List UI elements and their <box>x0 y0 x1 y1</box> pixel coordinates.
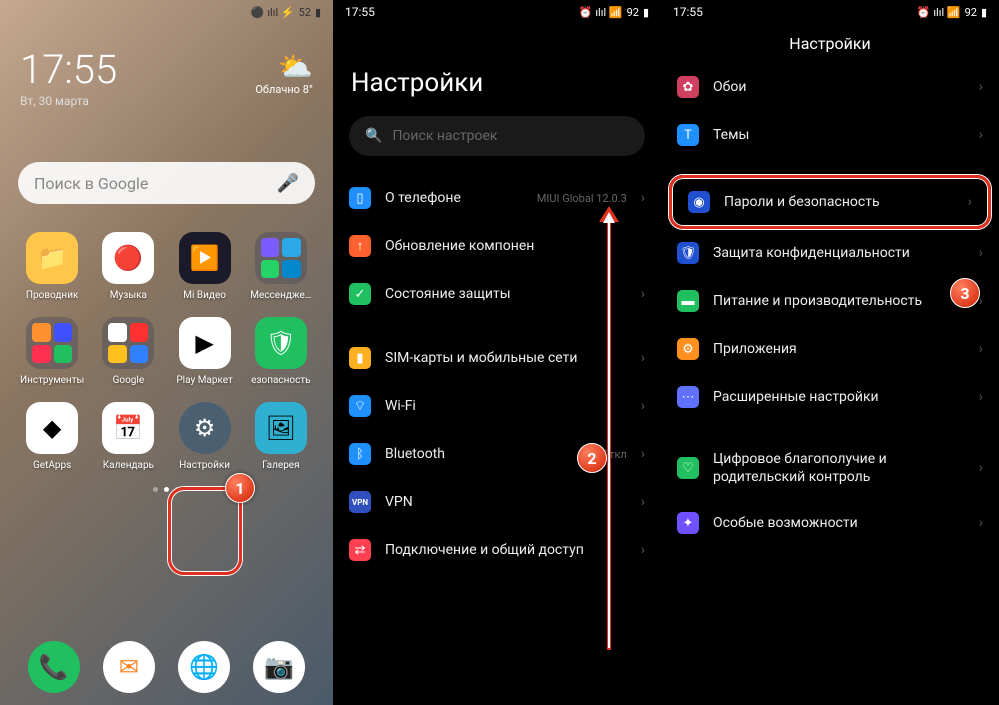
settings-search[interactable]: 🔍 Поиск настроек <box>349 116 645 156</box>
row-security-status[interactable]: ✓ Состояние защиты › <box>333 270 661 318</box>
callout-badge-2: 2 <box>577 443 607 473</box>
row-vpn[interactable]: VPN VPN › <box>333 478 661 526</box>
privacy-icon: 🛡 <box>677 242 699 264</box>
chevron-right-icon: › <box>979 127 983 143</box>
share-icon: ⇄ <box>349 539 371 561</box>
app-getapps[interactable]: ◆GetApps <box>16 402 88 471</box>
mic-icon[interactable]: 🎤 <box>277 173 299 194</box>
fingerprint-icon: ◉ <box>688 191 710 213</box>
row-battery[interactable]: ▬ Питание и производительность › <box>661 277 999 325</box>
status-icons: ⏰ ılıl 📶 92▮ <box>579 6 649 19</box>
dock-messages[interactable]: ✉ <box>103 641 155 693</box>
app-mi-video[interactable]: ▶️Mi Видео <box>169 232 241 301</box>
settings-scrolled-panel: 17:55 ⏰ ılıl 📶 92▮ Настройки ✿ Обои › T … <box>661 0 999 705</box>
page-indicator <box>0 487 333 492</box>
row-wifi[interactable]: ⌔ Wi-Fi › <box>333 382 661 430</box>
row-passwords-security[interactable]: ◉ Пароли и безопасность › <box>672 178 988 226</box>
app-file-manager[interactable]: 📁Проводник <box>16 232 88 301</box>
chevron-right-icon: › <box>979 460 983 476</box>
app-settings[interactable]: ⚙Настройки <box>169 402 241 471</box>
callout-badge-3: 3 <box>950 278 980 308</box>
weather-icon: ⛅ <box>255 50 313 83</box>
row-components-update[interactable]: ↑ Обновление компонен <box>333 222 661 270</box>
wallpaper-icon: ✿ <box>677 76 699 98</box>
settings-title: Настройки <box>333 24 661 116</box>
app-gallery[interactable]: 🖼Галерея <box>245 402 317 471</box>
app-folder-tools[interactable]: Инструменты <box>16 317 88 386</box>
chevron-right-icon: › <box>979 389 983 405</box>
status-time: 17:55 <box>673 5 703 19</box>
vpn-icon: VPN <box>349 491 371 513</box>
status-time: 17:55 <box>345 5 375 19</box>
status-bar: 17:55 ⏰ ılıl 📶 92▮ <box>661 0 999 24</box>
status-bar: 17:55 ⏰ ılıl 📶 92▮ <box>333 0 661 24</box>
apps-icon: ⚙ <box>677 338 699 360</box>
row-bluetooth[interactable]: ᛒ Bluetooth Откл › <box>333 430 661 478</box>
wifi-icon: ⌔ <box>349 395 371 417</box>
row-privacy[interactable]: 🛡 Защита конфиденциальности › <box>661 229 999 277</box>
dock: 📞 ✉ 🌐 📷 <box>0 641 333 693</box>
chevron-right-icon: › <box>641 286 645 302</box>
row-themes[interactable]: T Темы › <box>661 111 999 159</box>
settings-search-placeholder: Поиск настроек <box>392 128 497 144</box>
status-icons: ⏰ ılıl 📶 92▮ <box>917 6 987 19</box>
app-folder-messengers[interactable]: Мессендже… <box>245 232 317 301</box>
app-play-store[interactable]: ▶Play Маркет <box>169 317 241 386</box>
chevron-right-icon: › <box>979 341 983 357</box>
chevron-right-icon: › <box>641 190 645 206</box>
search-icon: 🔍 <box>365 128 382 144</box>
highlight-passwords-security: ◉ Пароли и безопасность › <box>669 175 991 229</box>
status-bar: ⚫ ılıl ⚡ 52▮ <box>0 0 333 24</box>
shield-icon: ✓ <box>349 283 371 305</box>
row-wallpaper[interactable]: ✿ Обои › <box>661 63 999 111</box>
chevron-right-icon: › <box>979 245 983 261</box>
app-calendar[interactable]: 📅Календарь <box>92 402 164 471</box>
status-icons: ⚫ ılıl ⚡ 52▮ <box>251 6 321 19</box>
app-music[interactable]: 🔴Музыка <box>92 232 164 301</box>
themes-icon: T <box>677 124 699 146</box>
scroll-up-arrow-inner <box>608 222 610 648</box>
app-folder-google[interactable]: Google <box>92 317 164 386</box>
chevron-right-icon: › <box>979 515 983 531</box>
weather-widget[interactable]: ⛅ Облачно 8° <box>255 50 313 108</box>
app-security[interactable]: 🛡езопасность <box>245 317 317 386</box>
accessibility-icon: ✦ <box>677 512 699 534</box>
chevron-right-icon: › <box>641 398 645 414</box>
wellbeing-icon: ♡ <box>677 457 699 479</box>
chevron-right-icon: › <box>968 194 972 210</box>
row-digital-wellbeing[interactable]: ♡ Цифровое благополучие и родительский к… <box>661 437 999 499</box>
google-search-bar[interactable]: Поиск в Google 🎤 <box>18 162 315 204</box>
chevron-right-icon: › <box>641 446 645 462</box>
phone-icon: ▯ <box>349 187 371 209</box>
home-screen-panel: ⚫ ılıl ⚡ 52▮ 17:55 Вт, 30 марта ⛅ Облачн… <box>0 0 333 705</box>
settings-main-panel: 17:55 ⏰ ılıl 📶 92▮ Настройки 🔍 Поиск нас… <box>333 0 661 705</box>
dock-camera[interactable]: 📷 <box>253 641 305 693</box>
battery-icon: ▬ <box>677 290 699 312</box>
app-grid: 📁Проводник 🔴Музыка ▶️Mi Видео Мессендже…… <box>0 232 333 471</box>
row-connection-sharing[interactable]: ⇄ Подключение и общий доступ › <box>333 526 661 574</box>
chevron-right-icon: › <box>641 494 645 510</box>
search-placeholder: Поиск в Google <box>34 174 148 193</box>
callout-badge-1: 1 <box>225 473 255 503</box>
clock-widget[interactable]: 17:55 <box>20 50 117 90</box>
row-additional-settings[interactable]: ⋯ Расширенные настройки › <box>661 373 999 421</box>
chevron-right-icon: › <box>979 79 983 95</box>
row-apps[interactable]: ⚙ Приложения › <box>661 325 999 373</box>
dock-browser[interactable]: 🌐 <box>178 641 230 693</box>
row-accessibility[interactable]: ✦ Особые возможности › <box>661 499 999 547</box>
row-sim-cards[interactable]: ▮ SIM-карты и мобильные сети › <box>333 334 661 382</box>
home-widget-area: 17:55 Вт, 30 марта ⛅ Облачно 8° <box>0 24 333 126</box>
settings-header-title: Настройки <box>661 24 999 63</box>
bluetooth-icon: ᛒ <box>349 443 371 465</box>
chevron-right-icon: › <box>641 350 645 366</box>
chevron-right-icon: › <box>641 542 645 558</box>
dock-phone[interactable]: 📞 <box>28 641 80 693</box>
more-icon: ⋯ <box>677 386 699 408</box>
date-widget[interactable]: Вт, 30 марта <box>20 94 117 108</box>
sim-icon: ▮ <box>349 347 371 369</box>
update-icon: ↑ <box>349 235 371 257</box>
